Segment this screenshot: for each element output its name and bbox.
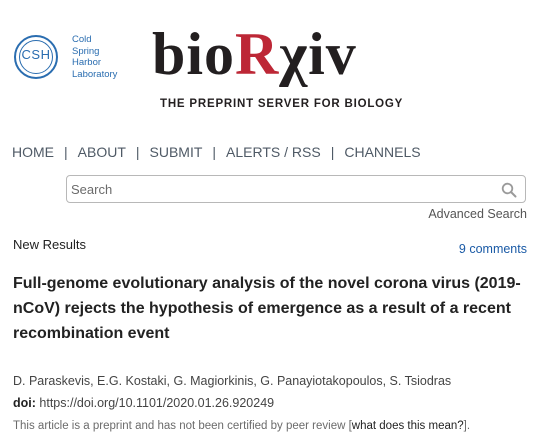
tagline: THE PREPRINT SERVER FOR BIOLOGY bbox=[160, 98, 404, 110]
main-nav: HOME | ABOUT | SUBMIT | ALERTS / RSS | CHANNELS bbox=[12, 144, 421, 160]
search-icon[interactable] bbox=[501, 182, 517, 198]
csh-line: Laboratory bbox=[72, 68, 118, 80]
nav-alerts-rss[interactable]: ALERTS / RSS bbox=[226, 144, 321, 160]
notice-end: ]. bbox=[463, 420, 471, 432]
section-label: New Results bbox=[13, 237, 86, 252]
notice-text: This article is a preprint and has not b… bbox=[13, 420, 352, 432]
logo-r: R bbox=[235, 21, 280, 87]
advanced-search-link[interactable]: Advanced Search bbox=[428, 207, 527, 221]
csh-letters: CSH bbox=[21, 47, 51, 62]
nav-home[interactable]: HOME bbox=[12, 144, 54, 160]
nav-separator: | bbox=[135, 144, 140, 160]
search-box bbox=[66, 175, 526, 203]
nav-separator: | bbox=[212, 144, 217, 160]
search-input[interactable] bbox=[71, 179, 491, 199]
nav-about[interactable]: ABOUT bbox=[78, 144, 126, 160]
biorxiv-logo[interactable]: bioRχiv bbox=[152, 22, 357, 86]
csh-line: Cold bbox=[72, 34, 92, 45]
nav-separator: | bbox=[330, 144, 335, 160]
nav-channels[interactable]: CHANNELS bbox=[344, 144, 420, 160]
logo-bio: bio bbox=[152, 21, 236, 87]
csh-name: Cold Spring Harbor Laboratory bbox=[72, 34, 142, 80]
article-title: Full-genome evolutionary analysis of the… bbox=[13, 275, 521, 342]
comments-link[interactable]: 9 comments bbox=[459, 242, 527, 256]
doi-link[interactable]: https://doi.org/10.1101/2020.01.26.92024… bbox=[39, 396, 274, 410]
article-doi: doi: https://doi.org/10.1101/2020.01.26.… bbox=[13, 396, 274, 410]
csh-line: Spring bbox=[72, 45, 100, 57]
doi-label: doi: bbox=[13, 396, 36, 410]
nav-separator: | bbox=[64, 144, 68, 160]
csh-line: Harbor bbox=[72, 57, 102, 68]
preprint-notice: This article is a preprint and has not b… bbox=[13, 420, 470, 432]
logo-xiv: χiv bbox=[279, 21, 357, 87]
article-authors: D. Paraskevis, E.G. Kostaki, G. Magiorki… bbox=[13, 374, 452, 388]
what-does-this-mean-link[interactable]: what does this mean? bbox=[352, 420, 464, 432]
nav-submit[interactable]: SUBMIT bbox=[150, 144, 203, 160]
csh-logo[interactable]: CSH Cold Spring Harbor Laboratory bbox=[14, 34, 134, 84]
